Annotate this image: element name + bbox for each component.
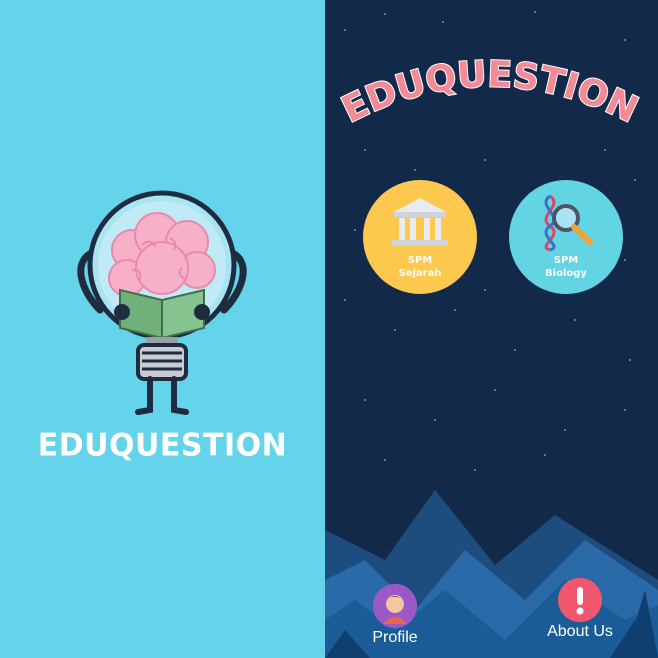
nav-profile-label: Profile	[372, 629, 418, 646]
nav-about-button[interactable]: About Us	[535, 578, 625, 641]
subject-line1: SPM	[407, 255, 433, 266]
exclamation-icon	[558, 578, 602, 622]
subject-line2: Biology	[545, 268, 587, 279]
subject-line1: SPM	[553, 255, 579, 266]
lightbulb-brain-mascot-icon	[77, 190, 247, 415]
subject-button-biology[interactable]: SPM Biology	[509, 180, 623, 294]
nav-about-label: About Us	[547, 623, 613, 640]
app-title: EDUQUESTION	[340, 53, 640, 132]
svg-text:EDUQUESTION: EDUQUESTION	[340, 54, 640, 131]
home-screen: EDUQUESTION SPM Sejarah SPM Biology	[325, 0, 658, 658]
subject-button-sejarah[interactable]: SPM Sejarah	[363, 180, 477, 294]
splash-title: EDUQUESTION	[37, 427, 288, 464]
splash-screen: EDUQUESTION	[0, 0, 325, 658]
museum-icon	[392, 198, 448, 246]
subject-line2: Sejarah	[398, 268, 442, 279]
user-avatar-icon	[373, 584, 417, 628]
dna-magnifier-icon	[544, 194, 593, 252]
nav-profile-button[interactable]: Profile	[355, 584, 435, 647]
